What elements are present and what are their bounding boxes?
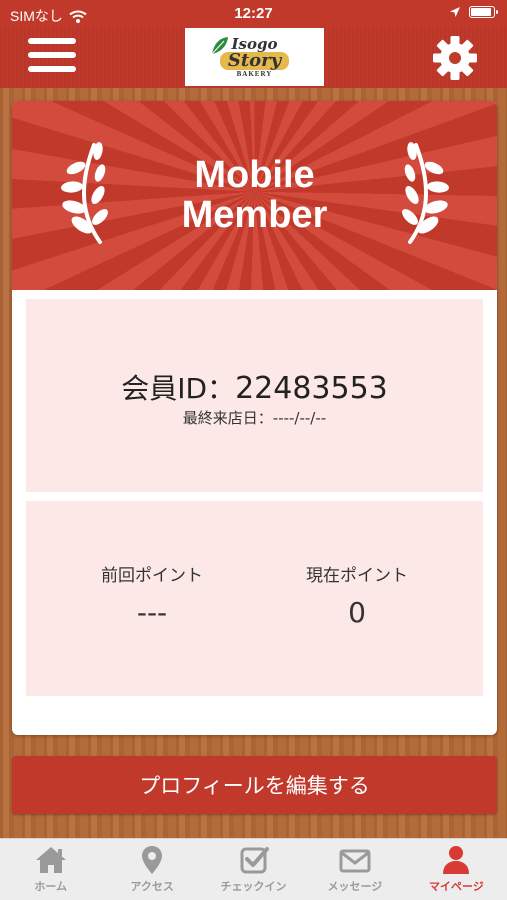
settings-button[interactable] (431, 34, 479, 82)
tab-message-label: メッセージ (327, 880, 383, 893)
tab-home[interactable]: ホーム (0, 839, 101, 900)
menu-line (28, 38, 76, 44)
points-panel: 前回ポイント --- 現在ポイント 0 (26, 501, 483, 696)
previous-points-label: 前回ポイント (101, 566, 203, 586)
battery-icon (469, 6, 498, 18)
member-id: 会員ID：22483553 (26, 367, 483, 407)
tab-home-label: ホーム (34, 880, 68, 893)
edit-profile-button[interactable]: プロフィールを編集する (12, 756, 497, 814)
menu-line (28, 66, 76, 72)
member-card: Mobile Member 会員ID：22483553 最終来店日：----/-… (12, 101, 497, 735)
current-points-value: 0 (348, 596, 366, 629)
status-right (449, 6, 498, 18)
checkin-icon (240, 847, 269, 874)
laurel-right-icon (402, 142, 449, 244)
member-id-value: 22483553 (235, 371, 388, 406)
envelope-icon (339, 849, 371, 873)
member-banner: Mobile Member (12, 101, 497, 290)
leaf-icon (211, 37, 228, 55)
previous-points: 前回ポイント --- (52, 561, 252, 629)
location-arrow-icon (450, 7, 460, 17)
member-info-panel: 会員ID：22483553 最終来店日：----/--/-- (26, 299, 483, 492)
current-points-label: 現在ポイント (306, 566, 408, 586)
bakery-logo[interactable]: Isogo Story BAKERY (185, 28, 324, 86)
gear-icon (433, 36, 477, 80)
current-points: 現在ポイント 0 (257, 561, 457, 629)
tab-mypage[interactable]: マイページ (406, 839, 507, 900)
previous-points-value: --- (136, 596, 168, 629)
home-icon (35, 847, 66, 873)
tab-access-label: アクセス (130, 880, 174, 893)
last-visit-date: 最終来店日：----/--/-- (182, 409, 327, 427)
person-icon (443, 846, 470, 874)
tab-bar: ホーム アクセス チェックイン メッセージ マイページ (0, 838, 507, 900)
tab-access[interactable]: アクセス (101, 839, 202, 900)
map-pin-icon (142, 846, 163, 874)
tab-mypage-label: マイページ (428, 880, 484, 893)
tab-checkin[interactable]: チェックイン (203, 839, 304, 900)
logo-sub: BAKERY (236, 69, 273, 78)
tab-message[interactable]: メッセージ (304, 839, 405, 900)
tab-checkin-label: チェックイン (220, 880, 287, 893)
status-time: 12:27 (234, 5, 273, 22)
menu-button[interactable] (28, 38, 76, 78)
member-id-label: 会員ID： (121, 372, 236, 405)
status-bar: SIMなし 12:27 (0, 0, 507, 28)
app-header: Isogo Story BAKERY (0, 28, 507, 88)
menu-line (28, 52, 76, 58)
